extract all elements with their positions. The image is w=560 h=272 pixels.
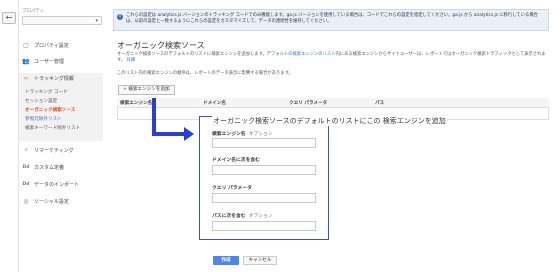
sidebar-item-label: プロパティ設定 <box>34 42 69 49</box>
square-icon: ▢ <box>23 41 29 49</box>
dd-icon: Dd <box>22 181 30 187</box>
column-header: クエリ パラメータ <box>289 101 328 106</box>
query-param-label: クエリ パラメータ <box>212 186 252 191</box>
column-header: ドメイン名 <box>203 101 226 106</box>
sidebar-item-property-settings[interactable]: ▢ プロパティ設定 <box>22 40 69 50</box>
query-param-input[interactable] <box>212 193 316 203</box>
sidebar-subitem-session-settings[interactable]: セッション設定 <box>25 98 57 104</box>
page-title: オーガニック検索ソース <box>117 41 205 50</box>
sidebar-item-label: ソーシャル設定 <box>34 198 69 205</box>
sidebar-subitem-tracking-code[interactable]: トラッキング コード <box>25 89 68 95</box>
sidebar-subitem-organic-search-sources[interactable]: オーガニック検索ソース <box>25 107 75 113</box>
dd-icon: Dd <box>22 164 30 170</box>
domain-contains-input[interactable] <box>212 165 316 175</box>
sidebar-item-label: データのインポート <box>34 181 80 188</box>
annotation-arrow-icon <box>152 98 194 141</box>
code-icon: ‹› <box>23 74 29 82</box>
create-button[interactable]: 作成 <box>213 256 239 265</box>
domain-contains-label: ドメイン名に次を含む <box>212 158 260 163</box>
sidebar-item-user-management[interactable]: 👥 ユーザー管理 <box>22 56 64 66</box>
fork-icon: ⑂ <box>24 146 28 154</box>
column-header: 検索エンジン名 <box>120 101 153 106</box>
sidebar-subitem-referral-exclusion[interactable]: 参照元除外リスト <box>25 116 62 122</box>
globe-icon: ◎ <box>23 197 29 205</box>
sidebar-item-label: ユーザー管理 <box>34 58 64 65</box>
sidebar-item-data-import[interactable]: Dd データのインポート <box>22 179 80 189</box>
path-contains-label: パスに次を含む オプション <box>212 214 273 219</box>
cancel-button[interactable]: キャンセル <box>243 256 277 265</box>
users-icon: 👥 <box>22 57 30 65</box>
default-engine-list-link[interactable]: デフォルトの検索エンジンのリスト <box>267 52 336 57</box>
column-header: パス <box>375 101 385 106</box>
engine-name-label: 検索エンジン名 オプション <box>212 132 273 137</box>
sidebar-item-label: カスタム定義 <box>34 164 65 171</box>
chevron-down-icon: ▾ <box>95 18 98 24</box>
optional-tag: オプション <box>248 214 273 219</box>
sidebar-item-custom-definitions[interactable]: Dd カスタム定義 <box>22 162 65 172</box>
learn-more-link[interactable]: 詳細 <box>127 58 136 63</box>
sidebar-item-social-settings[interactable]: ◎ ソーシャル設定 <box>22 196 69 206</box>
property-label: プロパティ <box>22 9 45 14</box>
sidebar-item-tracking-info[interactable]: ‹› トラッキング情報 <box>22 73 74 83</box>
path-contains-input[interactable] <box>212 221 316 231</box>
order-note: このリスト内の検索エンジンの順序は、レポートのデータ表示に影響する場合があります… <box>117 71 293 76</box>
info-icon: i <box>117 14 123 20</box>
add-search-engine-button[interactable]: + 検索エンジンを追加 <box>118 85 175 95</box>
sidebar-subitem-search-term-exclusion[interactable]: 検索キーワード除外リスト <box>25 125 80 131</box>
panel-title: オーガニック検索ソースのデフォルトのリストにこの 検索エンジンを追加 <box>212 116 447 126</box>
back-button[interactable]: ← <box>2 12 16 24</box>
sidebar-item-remarketing[interactable]: ⑂ リマーケティング <box>22 145 74 155</box>
property-select[interactable]: ▾ <box>22 16 102 25</box>
arrow-left-icon: ← <box>5 13 13 22</box>
info-banner-text: これらの設定は analytics.js バージョンのトラッキング コードでのみ… <box>126 13 538 24</box>
info-banner: i これらの設定は analytics.js バージョンのトラッキング コードで… <box>113 9 549 31</box>
sidebar-item-label: リマーケティング <box>34 147 74 154</box>
page-description: オーガニック検索ソースのデフォルトのリストに検索エンジンを追加します。デフォルト… <box>117 52 546 63</box>
engine-name-input[interactable] <box>212 138 316 148</box>
optional-tag: オプション <box>248 132 273 137</box>
sidebar-item-label: トラッキング情報 <box>34 75 74 82</box>
